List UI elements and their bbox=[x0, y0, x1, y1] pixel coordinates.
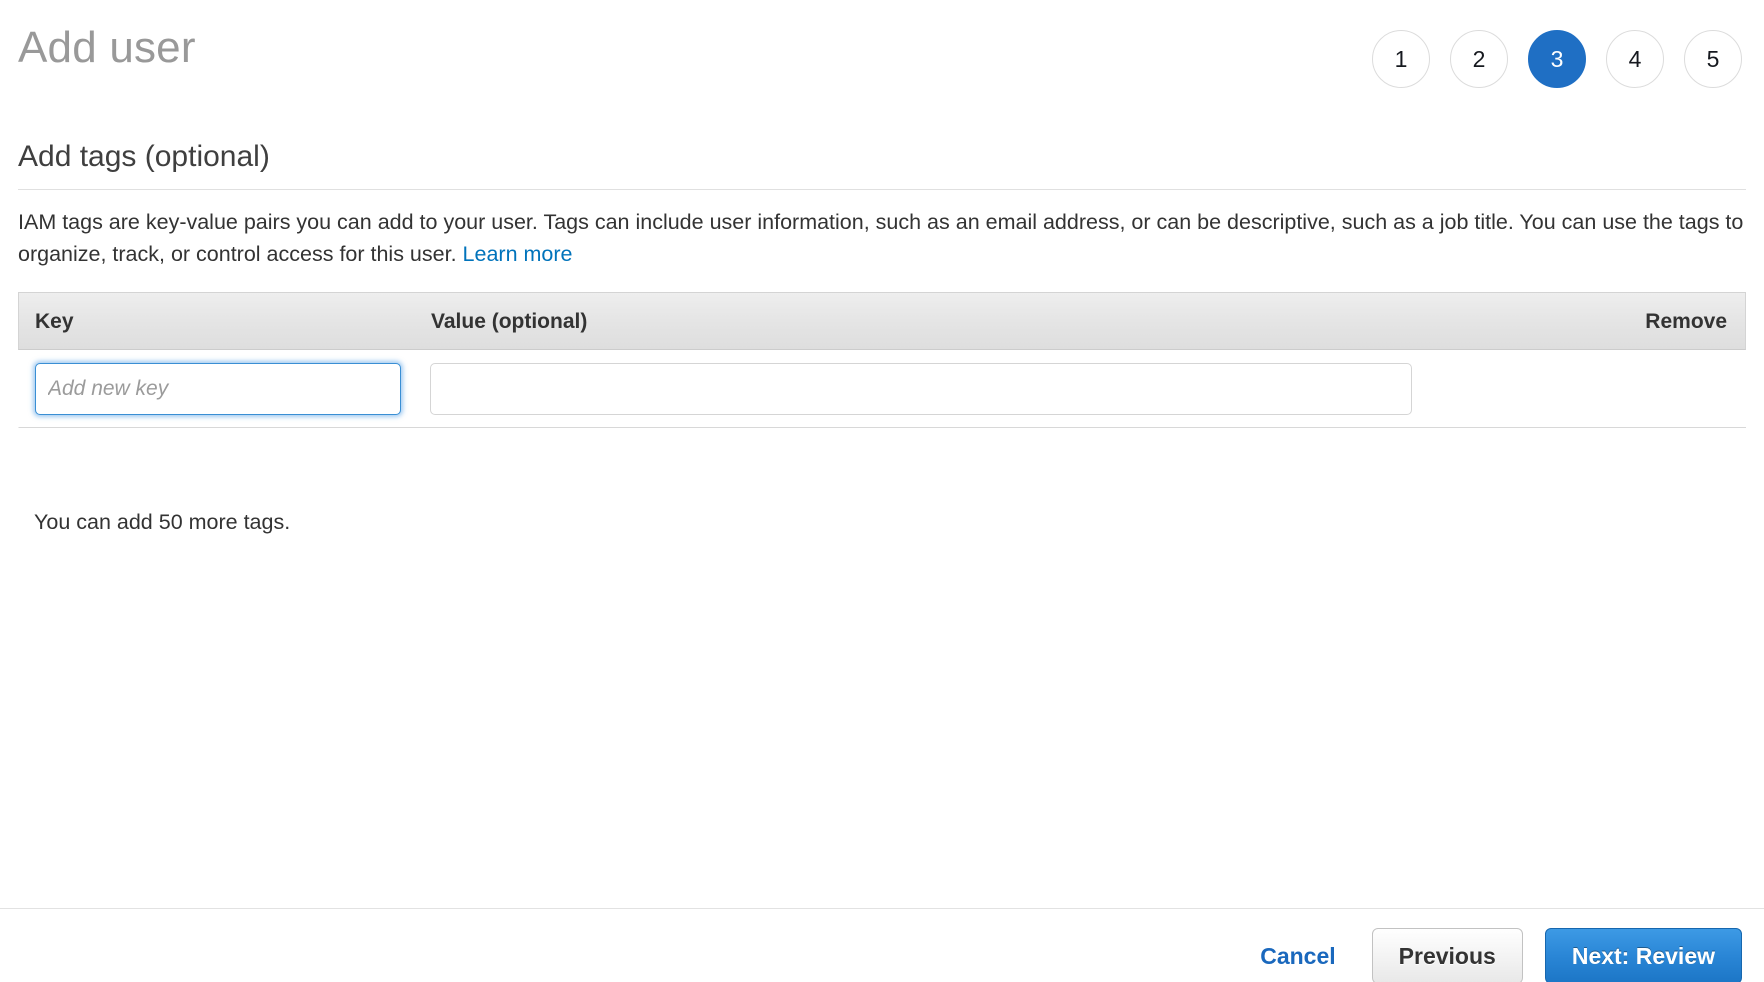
table-row bbox=[18, 350, 1746, 428]
column-header-remove: Remove bbox=[1645, 309, 1727, 333]
column-header-value: Value (optional) bbox=[431, 309, 588, 333]
tag-value-input[interactable] bbox=[430, 362, 1413, 415]
wizard-step-3[interactable]: 3 bbox=[1528, 30, 1586, 88]
cell-value bbox=[430, 362, 1413, 415]
cell-key bbox=[19, 362, 430, 415]
page-title: Add user bbox=[18, 23, 196, 72]
tag-key-input[interactable] bbox=[35, 362, 401, 415]
tags-table-header-row: Key Value (optional) Remove bbox=[18, 292, 1746, 350]
wizard-header: Add user 1 2 3 4 5 bbox=[0, 0, 1764, 120]
add-user-wizard-page: Add user 1 2 3 4 5 Add tags (optional) I… bbox=[0, 0, 1764, 982]
section-title: Add tags (optional) bbox=[18, 140, 270, 173]
next-review-button[interactable]: Next: Review bbox=[1544, 928, 1742, 982]
wizard-footer: Cancel Previous Next: Review bbox=[1246, 928, 1742, 982]
footer-divider bbox=[0, 908, 1764, 909]
column-header-key: Key bbox=[35, 309, 74, 333]
section-description: IAM tags are key-value pairs you can add… bbox=[18, 206, 1754, 270]
previous-button[interactable]: Previous bbox=[1371, 928, 1523, 982]
section-divider bbox=[18, 189, 1746, 190]
section-header: Add tags (optional) bbox=[18, 137, 1746, 190]
wizard-step-indicator: 1 2 3 4 5 bbox=[1372, 30, 1742, 88]
learn-more-link[interactable]: Learn more bbox=[463, 242, 573, 266]
tags-table: Key Value (optional) Remove bbox=[18, 292, 1746, 428]
cancel-button[interactable]: Cancel bbox=[1246, 944, 1349, 968]
wizard-step-2[interactable]: 2 bbox=[1450, 30, 1508, 88]
wizard-step-5[interactable]: 5 bbox=[1684, 30, 1742, 88]
tags-remaining-note: You can add 50 more tags. bbox=[34, 510, 291, 534]
description-text: IAM tags are key-value pairs you can add… bbox=[18, 210, 1744, 266]
wizard-step-1[interactable]: 1 bbox=[1372, 30, 1430, 88]
wizard-step-4[interactable]: 4 bbox=[1606, 30, 1664, 88]
